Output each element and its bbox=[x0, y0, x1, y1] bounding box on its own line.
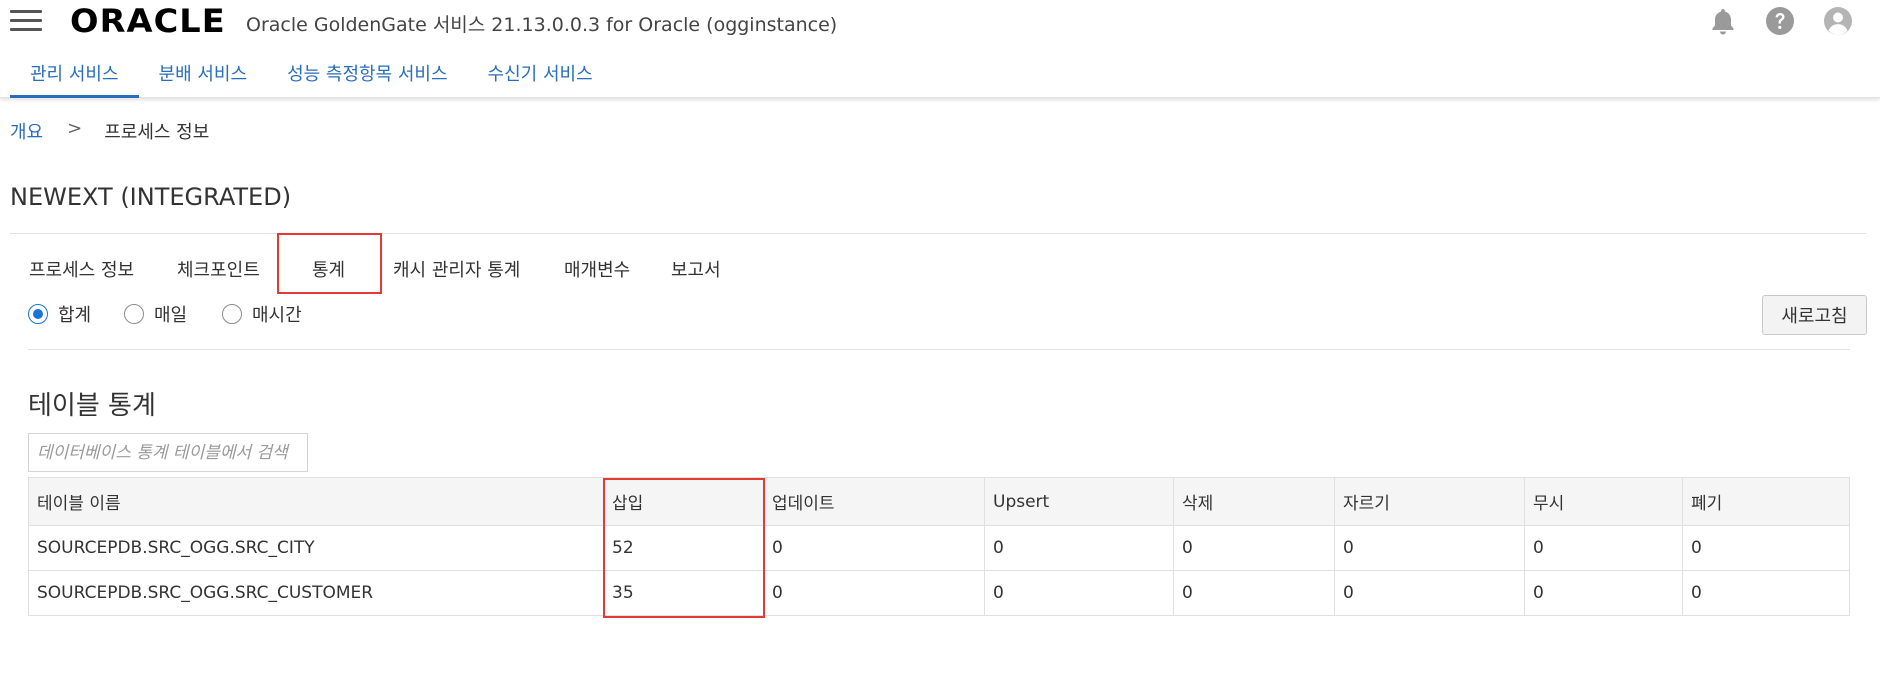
column-header-ignore[interactable]: 무시 bbox=[1524, 477, 1683, 526]
table-row: SOURCEPDB.SRC_OGG.SRC_CITY 52 0 0 0 0 0 … bbox=[28, 525, 1850, 571]
divider bbox=[28, 349, 1850, 350]
cell-upsert: 0 bbox=[984, 570, 1174, 616]
column-header-truncate[interactable]: 자르기 bbox=[1334, 477, 1525, 526]
subtab-cache-manager-stats[interactable]: 캐시 관리자 통계 bbox=[393, 256, 520, 282]
breadcrumb: 개요 > 프로세스 정보 bbox=[10, 118, 209, 144]
table-row: SOURCEPDB.SRC_OGG.SRC_CUSTOMER 35 0 0 0 … bbox=[28, 570, 1850, 616]
divider bbox=[10, 233, 1866, 234]
tab-performance-metrics-service[interactable]: 성능 측정항목 서비스 bbox=[267, 54, 467, 98]
cell-truncate: 0 bbox=[1334, 525, 1525, 571]
column-header-delete[interactable]: 삭제 bbox=[1173, 477, 1335, 526]
radio-total[interactable]: 합계 bbox=[28, 301, 91, 327]
menu-icon[interactable] bbox=[10, 10, 42, 32]
cell-discard: 0 bbox=[1682, 570, 1850, 616]
tab-distribution-service[interactable]: 분배 서비스 bbox=[139, 54, 268, 98]
radio-hourly[interactable]: 매시간 bbox=[222, 301, 302, 327]
column-header-upsert[interactable]: Upsert bbox=[984, 477, 1174, 526]
cell-insert: 52 bbox=[603, 525, 764, 571]
help-icon[interactable] bbox=[1764, 5, 1796, 37]
oracle-logo: ORACLE bbox=[70, 2, 226, 40]
page-title: NEWEXT (INTEGRATED) bbox=[10, 183, 292, 211]
cell-table-name: SOURCEPDB.SRC_OGG.SRC_CITY bbox=[28, 525, 604, 571]
cell-upsert: 0 bbox=[984, 525, 1174, 571]
radio-hourly-label: 매시간 bbox=[252, 305, 302, 326]
service-nav: 관리 서비스 분배 서비스 성능 측정항목 서비스 수신기 서비스 bbox=[10, 54, 613, 98]
table-header-row: 테이블 이름 삽입 업데이트 Upsert 삭제 자르기 무시 폐기 bbox=[28, 477, 1850, 526]
radio-daily[interactable]: 매일 bbox=[124, 301, 187, 327]
subtab-parameters[interactable]: 매개변수 bbox=[564, 256, 630, 282]
bell-icon[interactable] bbox=[1707, 5, 1739, 37]
refresh-button[interactable]: 새로고침 bbox=[1762, 295, 1867, 335]
breadcrumb-current: 프로세스 정보 bbox=[104, 122, 210, 143]
radio-daily-circle bbox=[124, 304, 144, 324]
radio-hourly-circle bbox=[222, 304, 242, 324]
cell-ignore: 0 bbox=[1524, 525, 1683, 571]
cell-truncate: 0 bbox=[1334, 570, 1525, 616]
cell-delete: 0 bbox=[1173, 570, 1335, 616]
cell-discard: 0 bbox=[1682, 525, 1850, 571]
cell-insert: 35 bbox=[603, 570, 764, 616]
section-title: 테이블 통계 bbox=[28, 391, 156, 421]
subtab-report[interactable]: 보고서 bbox=[671, 256, 721, 282]
subtab-checkpoint[interactable]: 체크포인트 bbox=[177, 256, 260, 282]
app-title: Oracle GoldenGate 서비스 21.13.0.0.3 for Or… bbox=[246, 14, 838, 36]
cell-table-name: SOURCEPDB.SRC_OGG.SRC_CUSTOMER bbox=[28, 570, 604, 616]
tab-receiver-service[interactable]: 수신기 서비스 bbox=[468, 54, 613, 98]
tab-admin-service[interactable]: 관리 서비스 bbox=[10, 54, 139, 98]
radio-total-label: 합계 bbox=[58, 305, 92, 326]
table-stats: 테이블 이름 삽입 업데이트 Upsert 삭제 자르기 무시 폐기 SOURC… bbox=[28, 477, 1850, 616]
search-input[interactable] bbox=[28, 433, 308, 472]
breadcrumb-separator: > bbox=[67, 118, 83, 139]
cell-delete: 0 bbox=[1173, 525, 1335, 571]
column-header-discard[interactable]: 폐기 bbox=[1682, 477, 1850, 526]
breadcrumb-overview-link[interactable]: 개요 bbox=[10, 118, 43, 144]
column-header-update[interactable]: 업데이트 bbox=[763, 477, 985, 526]
subtab-statistics[interactable]: 통계 bbox=[312, 256, 345, 282]
column-header-table-name[interactable]: 테이블 이름 bbox=[28, 477, 604, 526]
user-avatar-icon[interactable] bbox=[1822, 5, 1854, 37]
radio-total-circle bbox=[28, 304, 48, 324]
cell-ignore: 0 bbox=[1524, 570, 1683, 616]
cell-update: 0 bbox=[763, 525, 985, 571]
app-header: ORACLE Oracle GoldenGate 서비스 21.13.0.0.3… bbox=[0, 0, 1880, 98]
radio-daily-label: 매일 bbox=[154, 305, 188, 326]
cell-update: 0 bbox=[763, 570, 985, 616]
subtab-process-info[interactable]: 프로세스 정보 bbox=[29, 256, 134, 282]
column-header-insert[interactable]: 삽입 bbox=[603, 477, 764, 526]
